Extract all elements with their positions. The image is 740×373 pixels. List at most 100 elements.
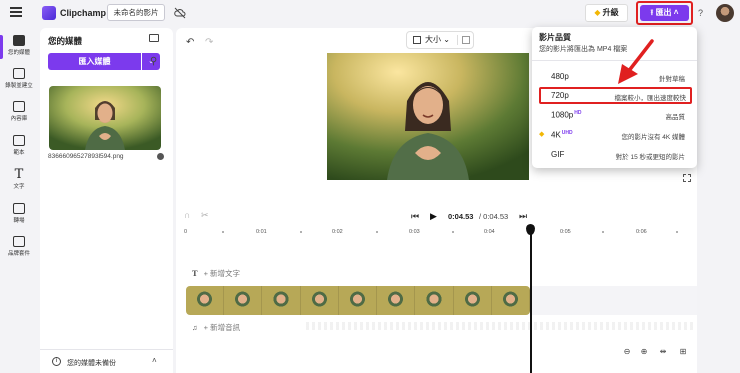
timeline-toolbar: ∩ ✂ ⏮ ▶ 0:04.53 / 0:04.53 ⏭ bbox=[176, 206, 697, 228]
video-preview[interactable] bbox=[327, 53, 529, 180]
magnet-icon[interactable]: ∩ bbox=[184, 210, 190, 220]
rail-item-brand-kit[interactable]: 品牌套件 bbox=[0, 236, 38, 257]
top-bar: Clipchamp 未命名的影片 ◆ 升級 ⭱ 匯出 ˄ ? bbox=[0, 0, 740, 27]
skip-back-icon[interactable]: ⏮ bbox=[411, 211, 419, 222]
uhd-badge: UHD bbox=[561, 130, 573, 136]
ruler-tick: 0 bbox=[184, 229, 188, 235]
transitions-icon bbox=[13, 203, 25, 214]
quality-option-4k[interactable]: ◆ 4KUHD 您的影片沒有 4K 媒體 bbox=[532, 126, 697, 144]
media-thumbnail[interactable] bbox=[49, 86, 161, 150]
quality-option-gif[interactable]: GIF 對於 15 秒或更短的影片 bbox=[532, 146, 697, 164]
fit-timeline-icon[interactable]: ⇹ bbox=[657, 346, 669, 358]
quality-label: 4KUHD bbox=[551, 130, 573, 140]
rail-item-transitions[interactable]: 轉場 bbox=[0, 203, 38, 224]
redo-icon[interactable]: ↷ bbox=[205, 37, 213, 48]
clip-frame bbox=[338, 286, 378, 315]
skip-forward-icon[interactable]: ⏭ bbox=[519, 211, 527, 222]
chevron-up-icon: ˄ bbox=[673, 8, 679, 17]
current-time: 0:04.53 bbox=[448, 212, 474, 221]
menu-icon[interactable] bbox=[10, 7, 22, 17]
clip-frame bbox=[300, 286, 339, 315]
add-text-track[interactable]: T + 新增文字 bbox=[192, 268, 240, 279]
quality-label: 480p bbox=[551, 72, 569, 81]
zoom-controls: ⊖ ⊕ ⇹ ⊞ bbox=[621, 346, 693, 360]
library-icon bbox=[13, 101, 25, 112]
clip-frame bbox=[224, 286, 263, 315]
diamond-icon: ◆ bbox=[594, 8, 601, 17]
collapse-panel-icon[interactable] bbox=[149, 34, 159, 42]
info-icon: i bbox=[52, 357, 61, 366]
quality-desc: 檔案較小，匯出速度較快 bbox=[614, 95, 687, 102]
clip-frame bbox=[415, 286, 454, 315]
export-label: 匯出 bbox=[655, 8, 672, 17]
popout-icon[interactable] bbox=[462, 36, 470, 44]
quality-label: 720p bbox=[551, 91, 569, 100]
quality-option-720p[interactable]: 720p 檔案較小，匯出速度較快 bbox=[539, 87, 692, 104]
rail-label: 文字 bbox=[13, 184, 25, 190]
avatar[interactable] bbox=[716, 4, 734, 22]
ruler-dot bbox=[376, 231, 378, 233]
magic-wand-icon[interactable]: ⚲ bbox=[150, 56, 157, 67]
quality-desc: 針對草稿 bbox=[659, 76, 685, 83]
media-panel: 您的媒體 匯入媒體 ⌄ ⚲ 83666096527893l594.png i 您… bbox=[40, 28, 173, 373]
project-title-input[interactable]: 未命名的影片 bbox=[107, 4, 165, 21]
text-icon: T bbox=[14, 167, 24, 182]
ruler-tick: 0:05 bbox=[560, 229, 571, 235]
rail-item-text[interactable]: T 文字 bbox=[0, 167, 38, 190]
undo-icon[interactable]: ↶ bbox=[186, 37, 194, 48]
clip-frame bbox=[453, 286, 492, 315]
video-clip[interactable] bbox=[186, 286, 530, 315]
quality-desc: 高品質 bbox=[665, 114, 686, 121]
clip-frame bbox=[262, 286, 301, 315]
playhead-line bbox=[530, 233, 532, 373]
rail-item-templates[interactable]: 範本 bbox=[0, 135, 38, 156]
ruler-tick: 0:02 bbox=[332, 229, 343, 235]
quality-option-480p[interactable]: 480p 針對草稿 bbox=[532, 68, 697, 86]
track-empty-area bbox=[530, 286, 697, 315]
rail-item-record[interactable]: 錄製並建立 bbox=[0, 68, 38, 89]
zoom-in-icon[interactable]: ⊕ bbox=[638, 346, 650, 358]
brand-kit-icon bbox=[13, 236, 25, 247]
split-icon[interactable]: ✂ bbox=[201, 210, 209, 221]
help-icon[interactable]: ? bbox=[698, 8, 703, 18]
cloud-off-icon[interactable] bbox=[174, 7, 186, 19]
add-audio-label: + 新增音訊 bbox=[203, 323, 241, 332]
clip-frame bbox=[186, 286, 225, 315]
panel-title: 您的媒體 bbox=[48, 36, 83, 46]
size-label: 大小 ⌄ bbox=[425, 35, 450, 44]
upgrade-label: 升級 bbox=[602, 8, 619, 17]
text-icon: T bbox=[192, 269, 198, 278]
rail-item-your-media[interactable]: 您的媒體 bbox=[0, 35, 38, 59]
backup-notice[interactable]: i 您的媒體未備份 ˄ bbox=[40, 349, 173, 373]
app-title: Clipchamp bbox=[60, 8, 107, 18]
export-button[interactable]: ⭱ 匯出 ˄ bbox=[640, 5, 689, 21]
add-audio-track[interactable]: ♫ + 新增音訊 bbox=[192, 322, 240, 333]
add-track-icon[interactable]: ⊞ bbox=[677, 346, 689, 358]
aspect-ratio-button[interactable]: 大小 ⌄ bbox=[406, 31, 474, 49]
divider bbox=[457, 35, 458, 45]
clipchamp-logo bbox=[42, 6, 56, 20]
quality-label: GIF bbox=[551, 150, 565, 159]
export-highlight: ⭱ 匯出 ˄ bbox=[636, 1, 693, 25]
rail-item-library[interactable]: 內容庫 bbox=[0, 101, 38, 122]
total-time: / 0:04.53 bbox=[479, 212, 509, 221]
upgrade-button[interactable]: ◆ 升級 bbox=[585, 4, 628, 22]
zoom-out-icon[interactable]: ⊖ bbox=[621, 346, 633, 358]
play-icon[interactable]: ▶ bbox=[430, 211, 437, 222]
quality-desc: 對於 15 秒或更短的影片 bbox=[615, 154, 685, 161]
ruler-tick: 0:06 bbox=[636, 229, 647, 235]
rail-label: 轉場 bbox=[13, 218, 25, 224]
timeline-ruler[interactable]: 0 0:01 0:02 0:03 0:04 0:05 0:06 bbox=[184, 226, 689, 238]
ruler-tick: 0:04 bbox=[484, 229, 495, 235]
music-note-icon: ♫ bbox=[192, 323, 198, 332]
templates-icon bbox=[13, 135, 25, 146]
folder-icon bbox=[13, 35, 25, 46]
fullscreen-icon[interactable] bbox=[683, 174, 691, 182]
quality-option-1080p[interactable]: 1080pHD 高品質 bbox=[532, 106, 697, 124]
ruler-tick: 0:01 bbox=[256, 229, 267, 235]
added-check-icon bbox=[157, 153, 164, 160]
hd-badge: HD bbox=[574, 110, 582, 116]
import-media-button[interactable]: 匯入媒體 bbox=[48, 53, 141, 70]
size-label-text: 大小 bbox=[425, 35, 441, 44]
diamond-icon: ◆ bbox=[539, 131, 545, 138]
